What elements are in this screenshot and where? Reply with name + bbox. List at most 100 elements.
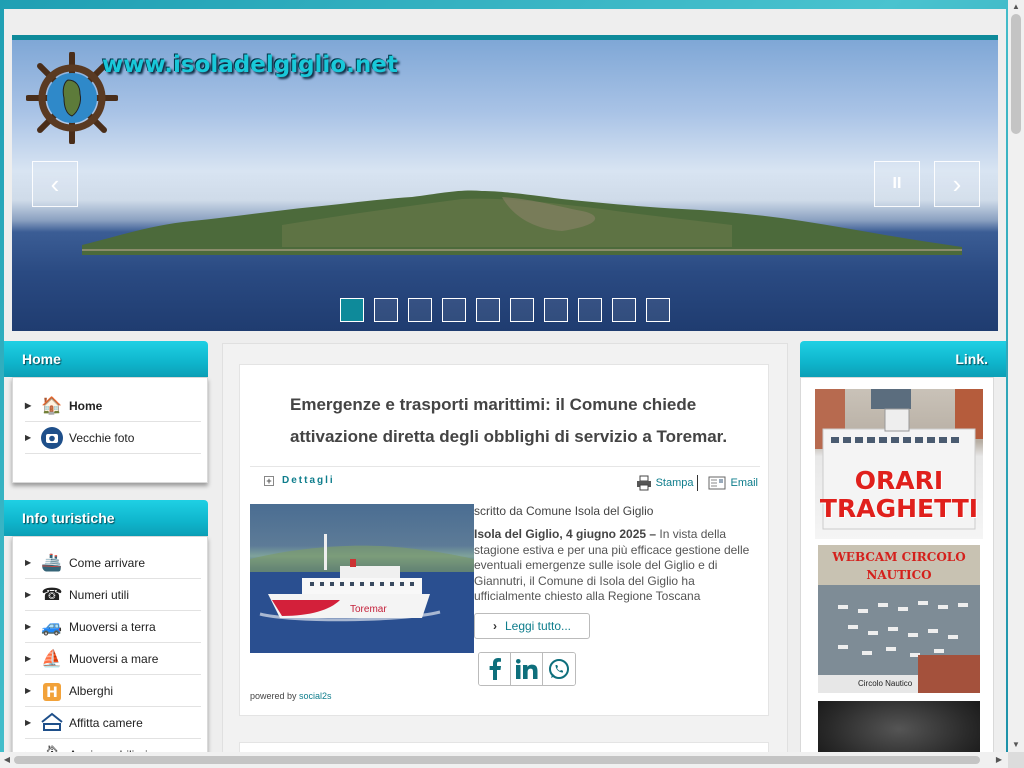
links-menu-title-text: Link. bbox=[955, 351, 988, 367]
slider-dot[interactable] bbox=[374, 298, 398, 322]
ship-icon: 🚢 bbox=[41, 552, 63, 572]
menu-item-affitta-camere[interactable]: ▶ Affitta camere bbox=[25, 707, 201, 739]
slider-dot[interactable] bbox=[510, 298, 534, 322]
chevron-right-icon: › bbox=[492, 619, 497, 633]
article-tools: Stampa Email bbox=[636, 475, 758, 491]
slider-dot[interactable] bbox=[544, 298, 568, 322]
menu-item-muoversi-a-mare[interactable]: ▶ ⛵ Muoversi a mare bbox=[25, 643, 201, 675]
menu-item-numeri-utili[interactable]: ▶ ☎ Numeri utili bbox=[25, 579, 201, 611]
chevron-right-icon: › bbox=[952, 168, 962, 199]
print-label: Stampa bbox=[655, 477, 694, 489]
powered-by-label: powered by bbox=[250, 691, 297, 701]
scroll-right-icon[interactable]: ▶ bbox=[992, 752, 1006, 768]
header-slider: www.isoladelgiglio.net ‹ II › bbox=[12, 35, 998, 331]
home-menu: ▶ 🏠 Home ▶ Vecchie foto bbox=[12, 377, 208, 483]
car-icon: 🚙 bbox=[41, 616, 63, 636]
menu-item-label: Muoversi a terra bbox=[69, 619, 156, 634]
ferry-name: Toremar bbox=[350, 604, 387, 615]
bed-icon bbox=[39, 711, 65, 735]
page-container: www.isoladelgiglio.net ‹ II › Home ▶ 🏠 H… bbox=[4, 9, 1006, 757]
scrollbar-corner bbox=[1008, 752, 1024, 768]
menu-item-label: Home bbox=[69, 398, 103, 413]
sailboat-icon: ⛵ bbox=[41, 648, 63, 668]
share-facebook-button[interactable] bbox=[479, 653, 511, 685]
webcam-label: WEBCAM CIRCOLO NAUTICO bbox=[832, 550, 966, 582]
details-label: Dettagli bbox=[282, 475, 335, 486]
webcam-caption: Circolo Nautico bbox=[858, 679, 913, 688]
camera-icon bbox=[39, 426, 65, 450]
details-toggle[interactable]: + Dettagli bbox=[264, 475, 335, 486]
menu-item-vecchie-foto[interactable]: ▶ Vecchie foto bbox=[25, 422, 201, 454]
vertical-scrollbar[interactable]: ▲ ▼ bbox=[1008, 0, 1024, 768]
tools-divider bbox=[697, 475, 699, 491]
menu-item-label: Vecchie foto bbox=[69, 430, 135, 445]
menu-item-muoversi-a-terra[interactable]: ▶ 🚙 Muoversi a terra bbox=[25, 611, 201, 643]
article-byline: scritto da Comune Isola del Giglio bbox=[474, 504, 654, 518]
scroll-up-icon[interactable]: ▲ bbox=[1008, 0, 1024, 14]
scroll-left-icon[interactable]: ◀ bbox=[0, 752, 14, 768]
caret-right-icon: ▶ bbox=[25, 686, 32, 695]
caret-right-icon: ▶ bbox=[25, 433, 32, 442]
caret-right-icon: ▶ bbox=[25, 558, 32, 567]
slider-dot[interactable] bbox=[476, 298, 500, 322]
horizontal-scrollbar[interactable]: ◀ ▶ bbox=[0, 752, 1008, 768]
read-more-button[interactable]: › Leggi tutto... bbox=[474, 613, 590, 639]
email-icon bbox=[708, 476, 726, 490]
webcam-banner[interactable]: WEBCAM CIRCOLO NAUTICO Circolo Nautico bbox=[818, 545, 980, 693]
vertical-scroll-thumb[interactable] bbox=[1011, 14, 1021, 134]
menu-item-alberghi[interactable]: ▶ H Alberghi bbox=[25, 675, 201, 707]
article-card: Emergenze e trasporti marittimi: il Comu… bbox=[239, 364, 769, 716]
read-more-label: Leggi tutto... bbox=[504, 619, 572, 633]
menu-item-label: Alberghi bbox=[69, 683, 114, 698]
caret-right-icon: ▶ bbox=[25, 401, 32, 410]
divider bbox=[250, 466, 760, 467]
slider-dot[interactable] bbox=[646, 298, 670, 322]
printer-icon bbox=[636, 475, 651, 491]
print-button[interactable]: Stampa bbox=[636, 475, 694, 491]
share-linkedin-button[interactable] bbox=[511, 653, 543, 685]
slider-next-button[interactable]: › bbox=[934, 161, 980, 207]
banner-tab-strip bbox=[12, 35, 100, 40]
slider-dot[interactable] bbox=[408, 298, 432, 322]
slider-prev-button[interactable]: ‹ bbox=[32, 161, 78, 207]
scroll-down-icon[interactable]: ▼ bbox=[1008, 738, 1024, 752]
home-menu-title: Home bbox=[4, 341, 208, 377]
chevron-left-icon: ‹ bbox=[50, 168, 60, 199]
slider-dot[interactable] bbox=[612, 298, 636, 322]
menu-item-come-arrivare[interactable]: ▶ 🚢 Come arrivare bbox=[25, 547, 201, 579]
share-whatsapp-button[interactable] bbox=[543, 653, 575, 685]
social-share-bar bbox=[478, 652, 576, 686]
article-excerpt: Isola del Giglio, 4 giugno 2025 – In vis… bbox=[474, 527, 764, 605]
menu-item-label: Muoversi a mare bbox=[69, 651, 159, 666]
main-content: Emergenze e trasporti marittimi: il Comu… bbox=[222, 343, 788, 757]
article-ferry-image[interactable]: Toremar bbox=[250, 504, 474, 653]
caret-right-icon: ▶ bbox=[25, 654, 32, 663]
menu-item-label: Come arrivare bbox=[69, 555, 146, 570]
email-button[interactable]: Email bbox=[708, 476, 758, 490]
info-menu-title-text: Info turistiche bbox=[22, 510, 115, 526]
svg-text:H: H bbox=[46, 685, 58, 701]
plus-icon: + bbox=[264, 475, 274, 486]
article-title[interactable]: Emergenze e trasporti marittimi: il Comu… bbox=[290, 389, 750, 453]
phone-icon: ☎ bbox=[41, 584, 63, 604]
social2s-link[interactable]: social2s bbox=[299, 691, 332, 701]
slider-dot[interactable] bbox=[340, 298, 364, 322]
ferry-schedule-label: ORARI TRAGHETTI bbox=[819, 466, 979, 523]
third-link-banner[interactable] bbox=[818, 701, 980, 757]
slider-dot[interactable] bbox=[442, 298, 466, 322]
horizontal-scroll-thumb[interactable] bbox=[14, 756, 980, 764]
slider-dot[interactable] bbox=[578, 298, 602, 322]
slider-pagination bbox=[340, 298, 670, 322]
home-menu-title-text: Home bbox=[22, 351, 61, 367]
pause-icon: II bbox=[892, 175, 902, 192]
caret-right-icon: ▶ bbox=[25, 590, 32, 599]
site-url-title[interactable]: www.isoladelgiglio.net bbox=[102, 52, 398, 78]
linkedin-icon bbox=[515, 659, 537, 679]
slider-pause-button[interactable]: II bbox=[874, 161, 920, 207]
menu-item-home[interactable]: ▶ 🏠 Home bbox=[25, 390, 201, 422]
menu-item-label: Numeri utili bbox=[69, 587, 130, 602]
ferry-schedule-banner[interactable]: ORARI TRAGHETTI bbox=[815, 389, 983, 539]
whatsapp-icon bbox=[549, 659, 569, 679]
links-menu-title: Link. bbox=[800, 341, 1006, 377]
info-menu: ▶ 🚢 Come arrivare ▶ ☎ Numeri utili ▶ 🚙 M… bbox=[12, 536, 208, 757]
